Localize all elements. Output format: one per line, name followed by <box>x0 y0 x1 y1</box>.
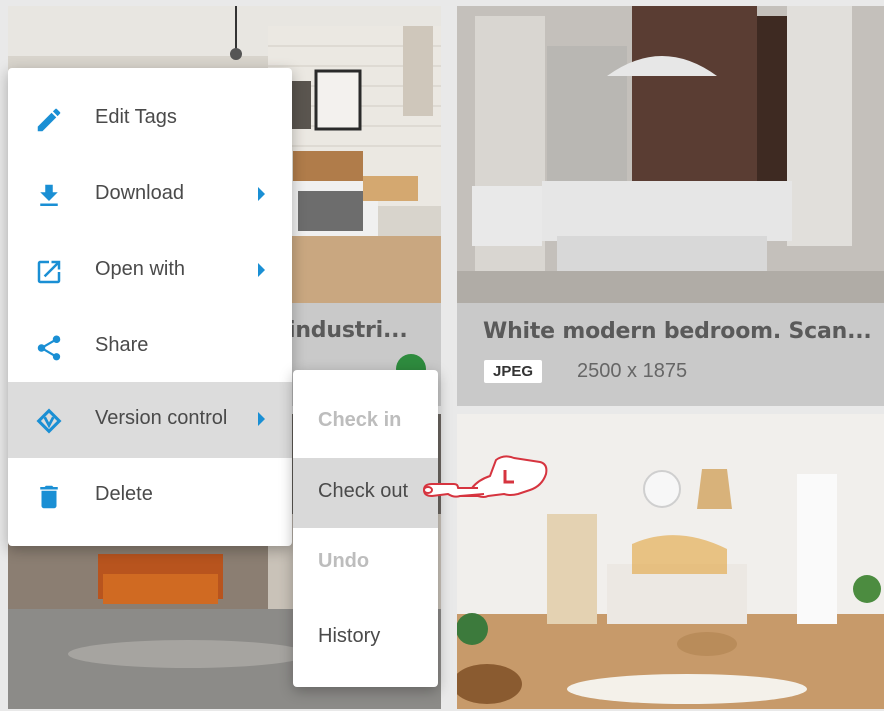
menu-item-label: Version control <box>95 407 228 429</box>
menu-item-label: Share <box>95 334 149 356</box>
menu-item-label: Edit Tags <box>95 106 177 128</box>
submenu-item-undo[interactable]: Undo <box>293 528 438 598</box>
trash-icon <box>40 485 58 509</box>
submenu-item-label: Undo <box>318 550 370 572</box>
submenu-item-check-out[interactable]: Check out <box>293 458 438 528</box>
submenu-caret-icon <box>258 187 265 201</box>
asset-title: industri... <box>288 318 408 343</box>
pointing-hand-icon <box>423 455 548 498</box>
asset-thumbnail <box>457 6 884 303</box>
submenu-item-label: Check out <box>318 480 409 502</box>
version-control-icon <box>36 408 62 434</box>
menu-item-label: Delete <box>95 483 153 505</box>
context-menu: Edit Tags Download Open with Share Versi… <box>8 68 292 546</box>
download-icon <box>40 184 58 206</box>
share-icon <box>37 335 61 361</box>
image-dimensions: 2500 x 1875 <box>577 360 688 382</box>
menu-item-edit-tags[interactable]: Edit Tags <box>8 81 292 157</box>
submenu-caret-icon <box>258 412 265 426</box>
submenu-item-label: History <box>318 625 381 647</box>
submenu-item-check-in[interactable]: Check in <box>293 387 438 457</box>
menu-item-share[interactable]: Share <box>8 309 292 385</box>
menu-item-download[interactable]: Download <box>8 157 292 233</box>
pencil-icon <box>37 108 61 132</box>
asset-title: White modern bedroom. Scan... <box>483 319 872 344</box>
menu-item-version-control[interactable]: Version control <box>8 382 292 458</box>
file-type-badge: JPEG <box>484 360 543 383</box>
submenu-item-history[interactable]: History <box>293 603 438 673</box>
submenu-caret-icon <box>258 263 265 277</box>
asset-card-top-right[interactable]: White modern bedroom. Scan... JPEG 2500 … <box>457 6 884 406</box>
open-external-icon <box>37 260 61 284</box>
menu-item-label: Open with <box>95 258 186 280</box>
version-control-submenu: Check in Check out Undo History <box>293 370 438 687</box>
menu-item-open-with[interactable]: Open with <box>8 233 292 309</box>
menu-item-label: Download <box>95 182 184 204</box>
submenu-item-label: Check in <box>318 409 402 431</box>
menu-item-delete[interactable]: Delete <box>8 458 292 534</box>
